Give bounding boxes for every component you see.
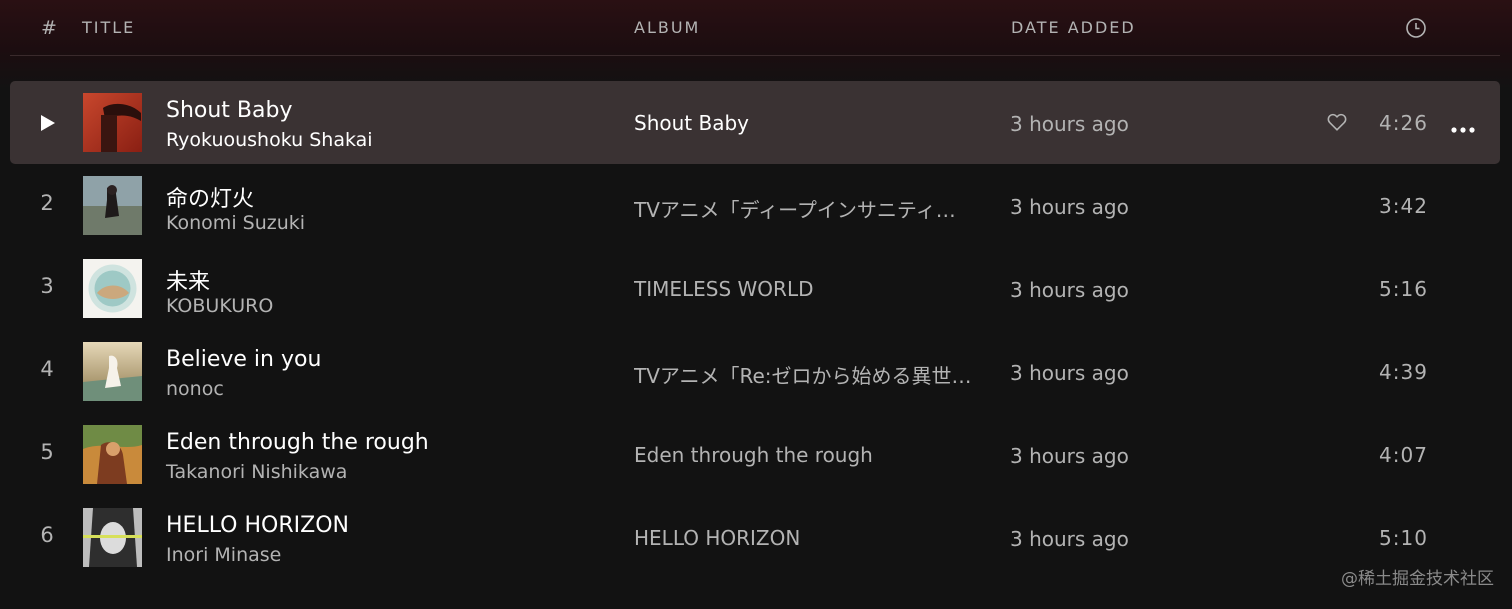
play-icon[interactable] <box>39 113 57 133</box>
album-cover <box>83 176 142 235</box>
track-number: 6 <box>40 523 54 547</box>
header-title[interactable]: TITLE <box>82 18 135 37</box>
track-number: 3 <box>40 274 54 298</box>
track-title[interactable]: HELLO HORIZON <box>166 513 349 538</box>
track-date-added: 3 hours ago <box>1010 361 1129 385</box>
track-artist[interactable]: Konomi Suzuki <box>166 212 305 234</box>
track-row[interactable]: 4 Believe in you nonoc TVアニメ「Re:ゼロから始める異… <box>10 330 1500 413</box>
track-row[interactable]: 6 HELLO HORIZON Inori Minase HELLO HORIZ… <box>10 496 1500 579</box>
watermark: @稀土掘金技术社区 <box>1341 569 1494 589</box>
track-number: 2 <box>40 191 54 215</box>
tracklist: Shout Baby Ryokuoushoku Shakai Shout Bab… <box>10 81 1500 579</box>
track-title[interactable]: 未来 <box>166 264 210 296</box>
track-album[interactable]: TVアニメ「ディープインサニティ… <box>634 194 984 223</box>
track-duration: 4:39 <box>1379 360 1428 384</box>
track-number: 5 <box>40 440 54 464</box>
track-date-added: 3 hours ago <box>1010 195 1129 219</box>
track-date-added: 3 hours ago <box>1010 527 1129 551</box>
heart-icon[interactable] <box>1326 111 1348 133</box>
clock-icon[interactable] <box>1405 17 1427 39</box>
track-album[interactable]: Shout Baby <box>634 111 984 135</box>
track-row[interactable]: 2 命の灯火 Konomi Suzuki TVアニメ「ディープインサニティ… 3… <box>10 164 1500 247</box>
track-row[interactable]: 3 未来 KOBUKURO TIMELESS WORLD 3 hours ago… <box>10 247 1500 330</box>
track-duration: 4:07 <box>1379 443 1428 467</box>
track-title[interactable]: 命の灯火 <box>166 181 254 213</box>
album-cover <box>83 425 142 484</box>
album-cover <box>83 508 142 567</box>
track-duration: 3:42 <box>1379 194 1428 218</box>
track-date-added: 3 hours ago <box>1010 444 1129 468</box>
header-number: # <box>41 17 57 39</box>
track-album[interactable]: TIMELESS WORLD <box>634 277 984 301</box>
header-date-added[interactable]: DATE ADDED <box>1011 18 1136 37</box>
track-number: 4 <box>40 357 54 381</box>
tracklist-header: # TITLE ALBUM DATE ADDED <box>10 0 1500 56</box>
track-duration: 5:10 <box>1379 526 1428 550</box>
track-album[interactable]: Eden through the rough <box>634 443 984 467</box>
track-title[interactable]: Eden through the rough <box>166 430 429 455</box>
track-artist[interactable]: Inori Minase <box>166 544 281 566</box>
track-artist[interactable]: KOBUKURO <box>166 295 273 317</box>
track-duration: 4:26 <box>1379 111 1428 135</box>
more-options-icon[interactable] <box>1450 119 1476 133</box>
track-duration: 5:16 <box>1379 277 1428 301</box>
album-cover <box>83 342 142 401</box>
album-cover <box>83 93 142 152</box>
album-cover <box>83 259 142 318</box>
track-artist[interactable]: Ryokuoushoku Shakai <box>166 129 373 151</box>
track-row[interactable]: 5 Eden through the rough Takanori Nishik… <box>10 413 1500 496</box>
track-title[interactable]: Believe in you <box>166 347 321 372</box>
track-date-added: 3 hours ago <box>1010 278 1129 302</box>
track-album[interactable]: TVアニメ「Re:ゼロから始める異世… <box>634 360 984 389</box>
track-album[interactable]: HELLO HORIZON <box>634 526 984 550</box>
track-date-added: 3 hours ago <box>1010 112 1129 136</box>
header-album[interactable]: ALBUM <box>634 18 700 37</box>
track-title[interactable]: Shout Baby <box>166 98 293 123</box>
track-artist[interactable]: Takanori Nishikawa <box>166 461 347 483</box>
track-row[interactable]: Shout Baby Ryokuoushoku Shakai Shout Bab… <box>10 81 1500 164</box>
track-artist[interactable]: nonoc <box>166 378 224 400</box>
